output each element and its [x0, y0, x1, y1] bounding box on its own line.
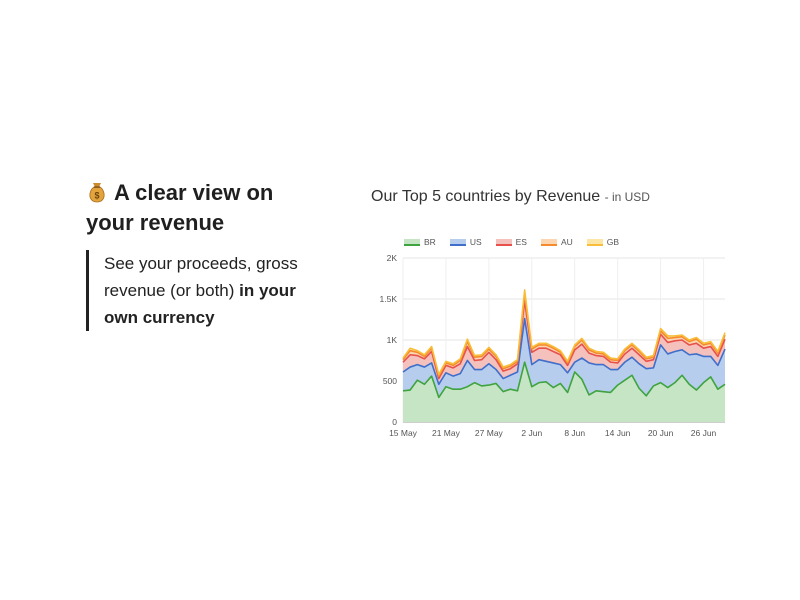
x-tick-label: 27 May: [475, 428, 504, 438]
y-tick-label: 1K: [387, 335, 398, 345]
x-tick-label: 2 Jun: [521, 428, 542, 438]
x-tick-label: 8 Jun: [564, 428, 585, 438]
x-tick-label: 21 May: [432, 428, 461, 438]
y-tick-label: 0: [392, 417, 397, 427]
y-tick-label: 500: [383, 376, 397, 386]
y-tick-label: 1.5K: [380, 294, 398, 304]
x-tick-label: 26 Jun: [691, 428, 717, 438]
x-tick-label: 14 Jun: [605, 428, 631, 438]
y-tick-label: 2K: [387, 253, 398, 263]
x-tick-label: 20 Jun: [648, 428, 674, 438]
revenue-area-chart: 0 500 1K 1.5K 2K 15 May 21 May 27 May 2 Jun 8 Jun…: [380, 253, 726, 438]
x-tick-label: 15 May: [389, 428, 418, 438]
